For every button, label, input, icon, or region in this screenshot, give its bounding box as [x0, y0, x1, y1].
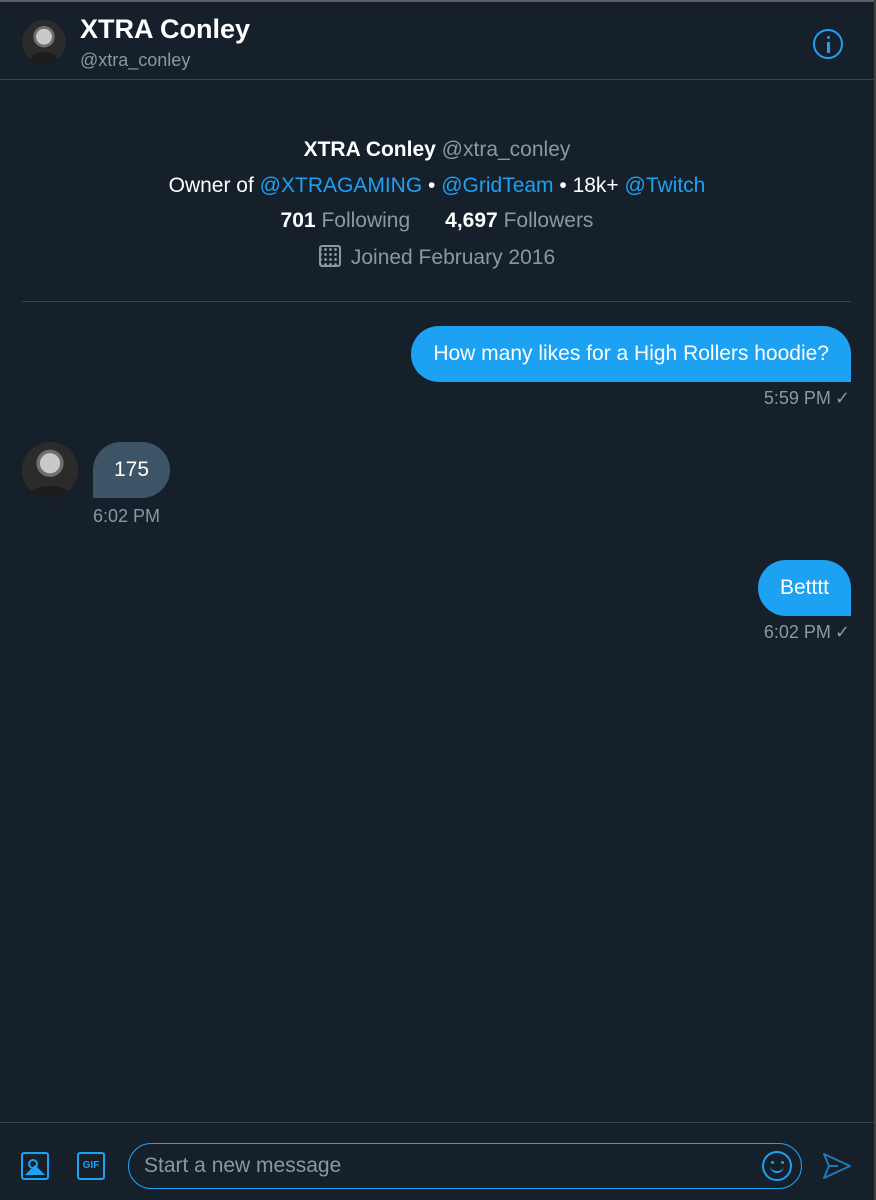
- info-icon[interactable]: [813, 29, 843, 59]
- message-bubble-incoming[interactable]: 175: [93, 442, 171, 498]
- conversation-header: XTRA Conley @xtra_conley: [0, 2, 874, 80]
- joined-date: Joined February 2016: [0, 245, 874, 270]
- message-time: 6:02 PM: [763, 622, 831, 642]
- profile-stats: 701 Following 4,697 Followers: [0, 209, 874, 233]
- bio-separator: • 18k+: [553, 174, 625, 197]
- profile-bio: Owner of @XTRAGAMING • @GridTeam • 18k+ …: [0, 174, 874, 198]
- message-time: 5:59 PM: [763, 388, 831, 408]
- calendar-icon: [318, 245, 341, 267]
- mention-link-twitch[interactable]: @Twitch: [625, 174, 706, 197]
- following-stat[interactable]: 701 Following: [281, 209, 411, 232]
- bio-separator: •: [422, 174, 442, 197]
- avatar[interactable]: [22, 20, 66, 64]
- divider: [22, 301, 851, 302]
- message-bubble-outgoing[interactable]: How many likes for a High Rollers hoodie…: [411, 326, 851, 382]
- followers-label: Followers: [503, 209, 594, 232]
- message-input[interactable]: [128, 1143, 802, 1189]
- header-handle[interactable]: @xtra_conley: [80, 50, 190, 71]
- mention-link-gridteam[interactable]: @GridTeam: [441, 174, 553, 197]
- message-composer: GIF: [0, 1122, 874, 1200]
- followers-stat[interactable]: 4,697 Followers: [445, 209, 593, 232]
- profile-handle[interactable]: @xtra_conley: [442, 138, 571, 161]
- header-name[interactable]: XTRA Conley: [80, 14, 250, 45]
- sent-check-icon: ✓: [834, 622, 850, 642]
- following-label: Following: [321, 209, 411, 232]
- message-bubble-outgoing[interactable]: Betttt: [757, 560, 851, 616]
- gif-icon[interactable]: GIF: [77, 1152, 105, 1180]
- following-count: 701: [280, 209, 316, 232]
- followers-count: 4,697: [445, 209, 498, 232]
- avatar[interactable]: [22, 442, 78, 498]
- send-icon[interactable]: [822, 1152, 852, 1180]
- mention-link-xtragaming[interactable]: @XTRAGAMING: [260, 174, 423, 197]
- image-icon[interactable]: [21, 1152, 49, 1180]
- profile-name[interactable]: XTRA Conley: [304, 138, 436, 161]
- profile-name-line: XTRA Conley @xtra_conley: [0, 138, 874, 162]
- message-time: 6:02 PM: [93, 506, 161, 526]
- sent-check-icon: ✓: [834, 388, 850, 408]
- bio-prefix: Owner of: [168, 174, 260, 197]
- message-timestamp: 6:02 PM ✓: [764, 622, 850, 643]
- joined-text: Joined February 2016: [350, 246, 556, 269]
- message-timestamp: 5:59 PM ✓: [764, 388, 850, 409]
- emoji-icon[interactable]: [762, 1151, 792, 1181]
